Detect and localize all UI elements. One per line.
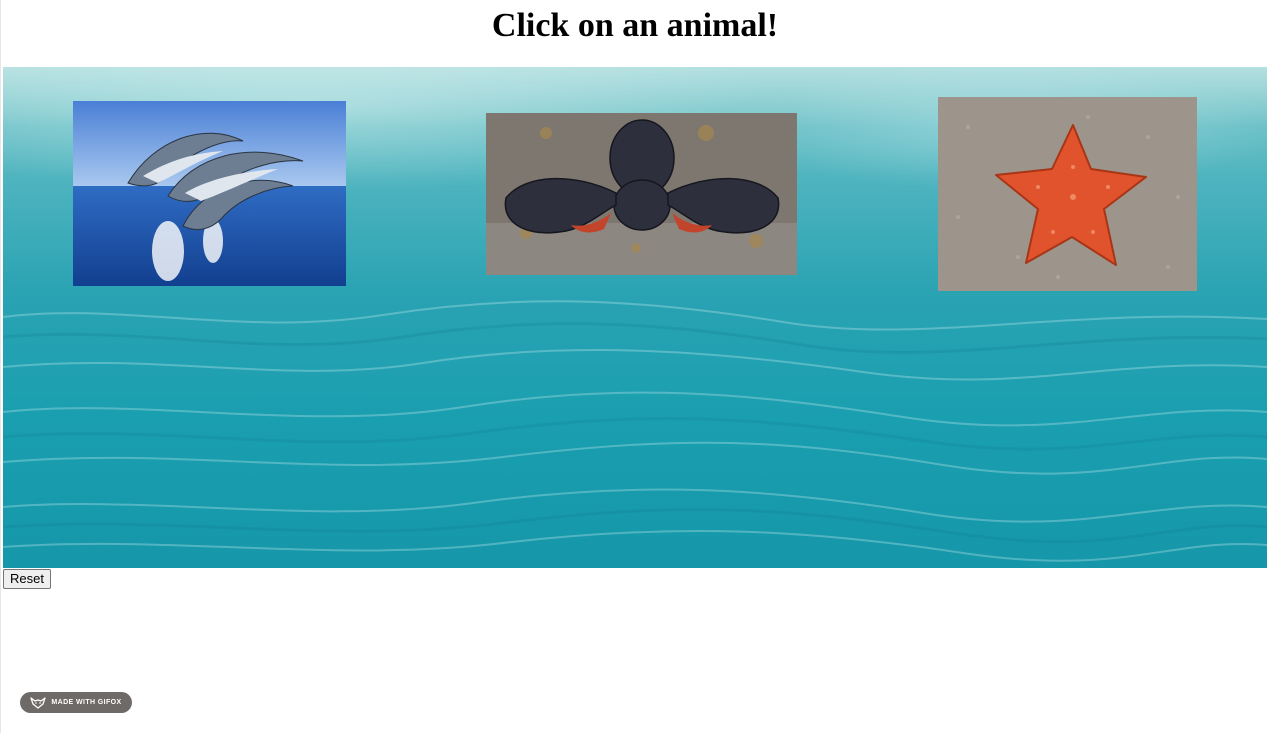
lobster-image[interactable] bbox=[486, 113, 797, 275]
dolphins-image[interactable] bbox=[73, 101, 346, 286]
window-edge bbox=[0, 0, 1, 733]
page: Click on an animal! Reset MADE WITH GIFO… bbox=[0, 0, 1270, 733]
ocean-background bbox=[3, 67, 1267, 568]
page-title: Click on an animal! bbox=[491, 7, 779, 44]
starfish-image[interactable] bbox=[938, 97, 1197, 291]
fox-icon bbox=[30, 696, 47, 709]
badge-label: MADE WITH GIFOX bbox=[51, 699, 122, 706]
made-with-gifox-badge[interactable]: MADE WITH GIFOX bbox=[20, 692, 132, 713]
reset-button[interactable]: Reset bbox=[3, 569, 51, 589]
